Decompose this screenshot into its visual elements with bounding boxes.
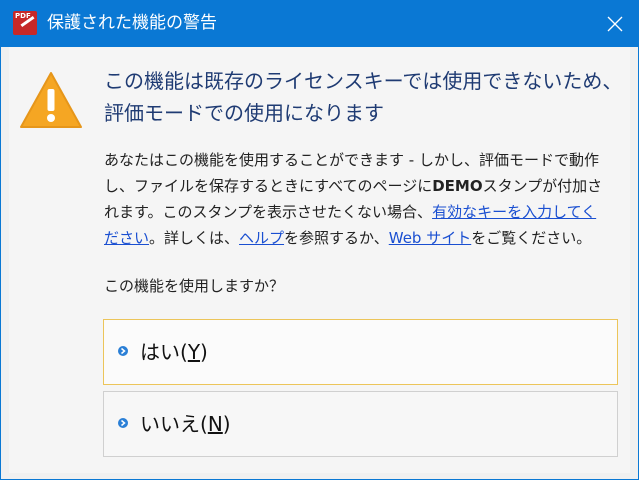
question-text: この機能を使用しますか？ [104, 277, 285, 295]
website-link[interactable]: Web サイト [389, 229, 471, 247]
help-link[interactable]: ヘルプ [239, 229, 284, 247]
no-accelerator: N [207, 412, 223, 436]
dialog-window: PDF 保護された機能の警告 この機能は既存のライセンスキーでは使用できないため… [0, 0, 639, 480]
dialog-content: この機能は既存のライセンスキーでは使用できないため、評価モードでの使用になります… [9, 47, 630, 473]
message-body: あなたはこの機能を使用することができます - しかし、評価モードで動作し、ファイ… [104, 147, 604, 251]
body-text-3: 。詳しくは、 [149, 229, 240, 247]
yes-button-label: はい(Y) [140, 340, 208, 364]
window-title: 保護された機能の警告 [47, 13, 217, 33]
close-button[interactable] [592, 1, 638, 47]
main-instruction: この機能は既存のライセンスキーでは使用できないため、評価モードでの使用になります [104, 69, 623, 125]
no-button-label: いいえ(N) [140, 412, 231, 436]
close-icon [607, 16, 623, 32]
title-bar: PDF 保護された機能の警告 [1, 1, 638, 47]
yes-accelerator: Y [187, 340, 201, 364]
app-icon: PDF [13, 11, 37, 35]
body-text-4: を参照するか、 [284, 229, 389, 247]
yes-button[interactable]: はい(Y) [103, 319, 618, 385]
demo-text: DEMO [432, 177, 483, 195]
chevron-right-icon [118, 346, 128, 356]
warning-icon [20, 72, 82, 128]
body-text-5: をご覧ください。 [471, 229, 592, 247]
chevron-right-icon [118, 418, 128, 428]
no-button[interactable]: いいえ(N) [103, 391, 618, 457]
